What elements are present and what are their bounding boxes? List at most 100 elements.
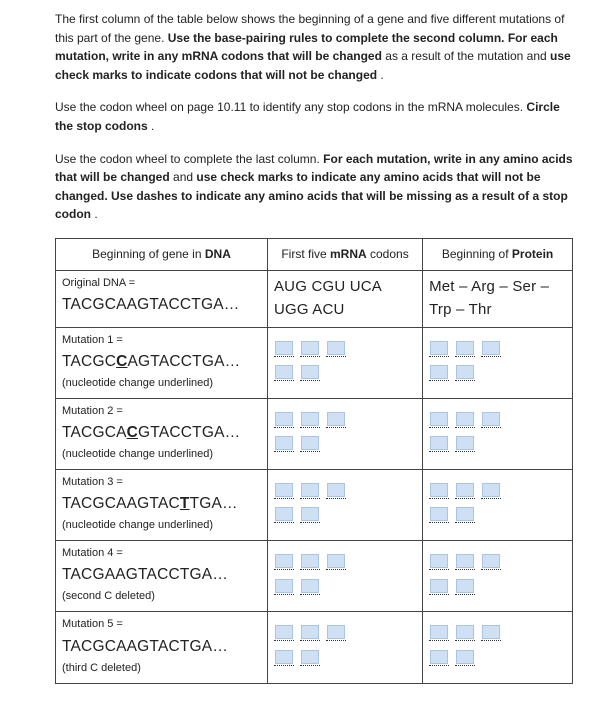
blank-box[interactable] — [301, 554, 319, 568]
blank-box[interactable] — [301, 341, 319, 355]
blank-box[interactable] — [430, 483, 448, 497]
answer-blank[interactable] — [326, 336, 346, 357]
answer-blank[interactable] — [274, 478, 294, 499]
blank-box[interactable] — [301, 579, 319, 593]
blank-box[interactable] — [275, 650, 293, 664]
answer-blank[interactable] — [326, 620, 346, 641]
blank-box[interactable] — [456, 436, 474, 450]
answer-blank[interactable] — [429, 574, 449, 595]
blank-box[interactable] — [275, 625, 293, 639]
answer-blank[interactable] — [481, 478, 501, 499]
answer-blank[interactable] — [455, 336, 475, 357]
blank-box[interactable] — [301, 412, 319, 426]
answer-blank[interactable] — [274, 503, 294, 524]
blank-box[interactable] — [430, 436, 448, 450]
answer-blank[interactable] — [274, 549, 294, 570]
blank-box[interactable] — [275, 436, 293, 450]
answer-blank[interactable] — [481, 549, 501, 570]
answer-blank[interactable] — [455, 645, 475, 666]
blank-box[interactable] — [275, 412, 293, 426]
answer-blank[interactable] — [274, 620, 294, 641]
blank-box[interactable] — [456, 579, 474, 593]
answer-blank[interactable] — [274, 432, 294, 453]
blank-box[interactable] — [430, 365, 448, 379]
blank-box[interactable] — [327, 625, 345, 639]
blank-box[interactable] — [275, 483, 293, 497]
blank-box[interactable] — [275, 554, 293, 568]
blank-box[interactable] — [456, 554, 474, 568]
blank-box[interactable] — [327, 341, 345, 355]
blank-box[interactable] — [275, 341, 293, 355]
answer-blank[interactable] — [455, 361, 475, 382]
answer-blank[interactable] — [274, 361, 294, 382]
answer-blank[interactable] — [429, 549, 449, 570]
blank-box[interactable] — [456, 341, 474, 355]
blank-box[interactable] — [430, 625, 448, 639]
answer-blank[interactable] — [429, 503, 449, 524]
answer-blank[interactable] — [455, 503, 475, 524]
answer-blank[interactable] — [326, 407, 346, 428]
answer-blank[interactable] — [429, 478, 449, 499]
blank-box[interactable] — [430, 579, 448, 593]
blank-box[interactable] — [301, 507, 319, 521]
blank-box[interactable] — [456, 650, 474, 664]
answer-blank[interactable] — [326, 478, 346, 499]
answer-blank[interactable] — [429, 645, 449, 666]
blank-box[interactable] — [482, 412, 500, 426]
blank-box[interactable] — [482, 341, 500, 355]
blank-box[interactable] — [327, 412, 345, 426]
answer-blank[interactable] — [429, 361, 449, 382]
answer-blank[interactable] — [481, 336, 501, 357]
blank-box[interactable] — [430, 554, 448, 568]
answer-blank[interactable] — [455, 407, 475, 428]
answer-blank[interactable] — [300, 620, 320, 641]
blank-box[interactable] — [275, 579, 293, 593]
answer-blank[interactable] — [429, 336, 449, 357]
blank-box[interactable] — [327, 554, 345, 568]
answer-blank[interactable] — [429, 432, 449, 453]
blank-box[interactable] — [430, 341, 448, 355]
answer-blank[interactable] — [300, 574, 320, 595]
blank-box[interactable] — [456, 365, 474, 379]
blank-box[interactable] — [301, 650, 319, 664]
blank-box[interactable] — [301, 625, 319, 639]
answer-blank[interactable] — [300, 432, 320, 453]
answer-blank[interactable] — [300, 336, 320, 357]
blank-box[interactable] — [430, 650, 448, 664]
answer-blank[interactable] — [481, 407, 501, 428]
answer-blank[interactable] — [455, 620, 475, 641]
blank-box[interactable] — [482, 625, 500, 639]
answer-blank[interactable] — [455, 574, 475, 595]
blank-box[interactable] — [430, 507, 448, 521]
answer-blank[interactable] — [455, 478, 475, 499]
answer-blank[interactable] — [300, 361, 320, 382]
answer-blank[interactable] — [326, 549, 346, 570]
blank-box[interactable] — [301, 436, 319, 450]
blank-box[interactable] — [456, 507, 474, 521]
answer-blank[interactable] — [455, 549, 475, 570]
answer-blank[interactable] — [274, 336, 294, 357]
answer-blank[interactable] — [429, 620, 449, 641]
answer-blank[interactable] — [300, 407, 320, 428]
blank-box[interactable] — [275, 507, 293, 521]
blank-box[interactable] — [301, 483, 319, 497]
blank-box[interactable] — [301, 365, 319, 379]
answer-blank[interactable] — [300, 503, 320, 524]
answer-blank[interactable] — [455, 432, 475, 453]
blank-box[interactable] — [482, 554, 500, 568]
blank-box[interactable] — [456, 483, 474, 497]
answer-blank[interactable] — [274, 645, 294, 666]
answer-blank[interactable] — [481, 620, 501, 641]
answer-blank[interactable] — [429, 407, 449, 428]
blank-box[interactable] — [456, 412, 474, 426]
answer-blank[interactable] — [300, 549, 320, 570]
blank-box[interactable] — [482, 483, 500, 497]
blank-box[interactable] — [430, 412, 448, 426]
blank-box[interactable] — [456, 625, 474, 639]
answer-blank[interactable] — [274, 574, 294, 595]
answer-blank[interactable] — [300, 478, 320, 499]
answer-blank[interactable] — [300, 645, 320, 666]
blank-box[interactable] — [275, 365, 293, 379]
answer-blank[interactable] — [274, 407, 294, 428]
blank-box[interactable] — [327, 483, 345, 497]
